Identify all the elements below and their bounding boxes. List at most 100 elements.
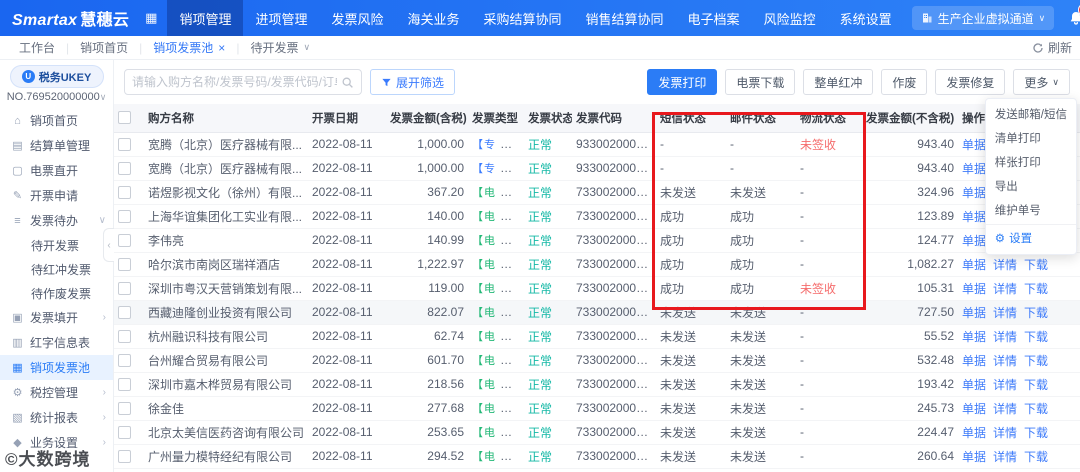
more-menu-item[interactable]: 维护单号 (986, 198, 1076, 222)
device-number[interactable]: NO.769520000000∨ (0, 91, 113, 103)
row-action-link[interactable]: 下载 (1024, 258, 1048, 272)
row-action-link[interactable]: 单据 (962, 306, 986, 320)
more-menu-item[interactable]: 样张打印 (986, 150, 1076, 174)
chevron-right-icon: › (102, 312, 106, 323)
more-menu-settings[interactable]: ⚙ 设置 (985, 224, 1076, 251)
sidebar-subitem[interactable]: 待开发票 (0, 233, 113, 257)
sidebar-item[interactable]: ▤ 结算单管理 (0, 133, 113, 158)
row-checkbox[interactable] (118, 186, 131, 200)
row-checkbox[interactable] (118, 378, 131, 392)
row-action-link[interactable]: 单据 (962, 138, 986, 152)
sidebar-item[interactable]: ⚙ 税控管理 › (0, 380, 113, 405)
topbar-nav-item[interactable]: 系统设置 (828, 0, 904, 36)
notification-bell[interactable]: 6 (1068, 3, 1080, 26)
row-checkbox[interactable] (118, 330, 131, 344)
row-checkbox[interactable] (118, 162, 131, 176)
more-menu-item[interactable]: 清单打印 (986, 126, 1076, 150)
row-action-link[interactable]: 详情 (993, 450, 1017, 464)
row-checkbox[interactable] (118, 258, 131, 272)
topbar-nav-item[interactable]: 销售结算协同 (574, 0, 676, 36)
row-action-link[interactable]: 下载 (1024, 306, 1048, 320)
row-action-link[interactable]: 下载 (1024, 282, 1048, 296)
row-checkbox[interactable] (118, 306, 131, 320)
toolbar-action-button[interactable]: 作废 (881, 69, 928, 95)
row-checkbox[interactable] (118, 282, 131, 296)
sms-status-cell: 成功 (656, 276, 726, 301)
row-action-link[interactable]: 详情 (993, 258, 1017, 272)
row-action-link[interactable]: 下载 (1024, 426, 1048, 440)
topbar-nav-item[interactable]: 销项管理 (167, 0, 244, 36)
row-action-link[interactable]: 单据 (962, 450, 986, 464)
tab-item[interactable]: 销项发票池 × (142, 36, 236, 59)
sidebar-item[interactable]: ▦ 销项发票池 (0, 355, 113, 380)
row-action-link[interactable]: 详情 (993, 330, 1017, 344)
row-checkbox[interactable] (118, 402, 131, 416)
row-action-link[interactable]: 单据 (962, 162, 986, 176)
topbar-nav-item[interactable]: 采购结算协同 (472, 0, 574, 36)
row-action-link[interactable]: 单据 (962, 378, 986, 392)
topbar-nav-item[interactable]: 发票风险 (319, 0, 395, 36)
topbar-nav-item[interactable]: 海关业务 (396, 0, 472, 36)
row-checkbox[interactable] (118, 138, 131, 152)
row-checkbox-cell (114, 276, 144, 301)
close-icon[interactable]: × (218, 42, 225, 54)
sidebar-item[interactable]: ⌂ 销项首页 (0, 108, 113, 133)
more-menu-item[interactable]: 发送邮箱/短信 (986, 102, 1076, 126)
topbar-nav-item[interactable]: 风险监控 (752, 0, 828, 36)
row-action-link[interactable]: 单据 (962, 354, 986, 368)
channel-selector[interactable]: 生产企业虚拟通道 ∨ (911, 6, 1055, 30)
row-action-link[interactable]: 单据 (962, 258, 986, 272)
apps-grid-icon[interactable]: ▦ (145, 10, 157, 26)
row-action-link[interactable]: 详情 (993, 426, 1017, 440)
row-action-link[interactable]: 详情 (993, 306, 1017, 320)
row-checkbox[interactable] (118, 210, 131, 224)
sidebar-item[interactable]: ▣ 发票填开 › (0, 305, 113, 330)
select-all-checkbox[interactable] (118, 111, 131, 125)
sidebar-collapse-handle[interactable]: ‹ (103, 228, 114, 262)
row-action-link[interactable]: 单据 (962, 330, 986, 344)
tab-item[interactable]: 待开发票 ∨ (239, 36, 321, 59)
tab-item[interactable]: 工作台 (8, 36, 66, 59)
sidebar-item[interactable]: ≡ 发票待办 ∨ (0, 208, 113, 233)
row-action-link[interactable]: 下载 (1024, 402, 1048, 416)
toolbar-action-button[interactable]: 电票下载 (725, 69, 796, 95)
row-checkbox[interactable] (118, 354, 131, 368)
sidebar-item[interactable]: ▧ 统计报表 › (0, 405, 113, 430)
search-input[interactable] (132, 75, 337, 89)
row-checkbox[interactable] (118, 426, 131, 440)
sidebar-item[interactable]: ✎ 开票申请 (0, 183, 113, 208)
toolbar-action-button[interactable]: 更多 ∨ (1013, 69, 1070, 95)
row-action-link[interactable]: 单据 (962, 234, 986, 248)
search-icon[interactable] (341, 76, 354, 89)
row-action-link[interactable]: 单据 (962, 186, 986, 200)
row-action-link[interactable]: 单据 (962, 402, 986, 416)
more-menu-item[interactable]: 导出 (986, 174, 1076, 198)
toolbar-action-button[interactable]: 发票打印 (647, 69, 718, 95)
row-action-link[interactable]: 下载 (1024, 354, 1048, 368)
sidebar-item[interactable]: ▢ 电票直开 (0, 158, 113, 183)
row-action-link[interactable]: 下载 (1024, 450, 1048, 464)
topbar-right: 生产企业虚拟通道 ∨ 6 伊佳佳 ∨ (911, 3, 1080, 30)
row-action-link[interactable]: 下载 (1024, 330, 1048, 344)
topbar-nav-item[interactable]: 电子档案 (676, 0, 752, 36)
sidebar-item[interactable]: ▥ 红字信息表 (0, 330, 113, 355)
toolbar-action-button[interactable]: 发票修复 (935, 69, 1006, 95)
row-action-link[interactable]: 详情 (993, 354, 1017, 368)
row-action-link[interactable]: 单据 (962, 282, 986, 296)
expand-filter-button[interactable]: 展开筛选 (370, 69, 456, 95)
sidebar-subitem[interactable]: 待作废发票 (0, 281, 113, 305)
row-action-link[interactable]: 下载 (1024, 378, 1048, 392)
row-action-link[interactable]: 单据 (962, 426, 986, 440)
row-action-link[interactable]: 详情 (993, 402, 1017, 416)
refresh-button[interactable]: 刷新 (1032, 39, 1072, 56)
row-action-link[interactable]: 单据 (962, 210, 986, 224)
row-checkbox[interactable] (118, 450, 131, 464)
row-action-link[interactable]: 详情 (993, 378, 1017, 392)
row-action-link[interactable]: 详情 (993, 282, 1017, 296)
tab-item[interactable]: 销项首页 (69, 36, 139, 59)
topbar-nav-item[interactable]: 进项管理 (243, 0, 319, 36)
row-checkbox[interactable] (118, 234, 131, 248)
invoice-code-cell: 733002000644 (572, 252, 656, 277)
sidebar-subitem[interactable]: 待红冲发票 (0, 257, 113, 281)
toolbar-action-button[interactable]: 整单红冲 (803, 69, 874, 95)
